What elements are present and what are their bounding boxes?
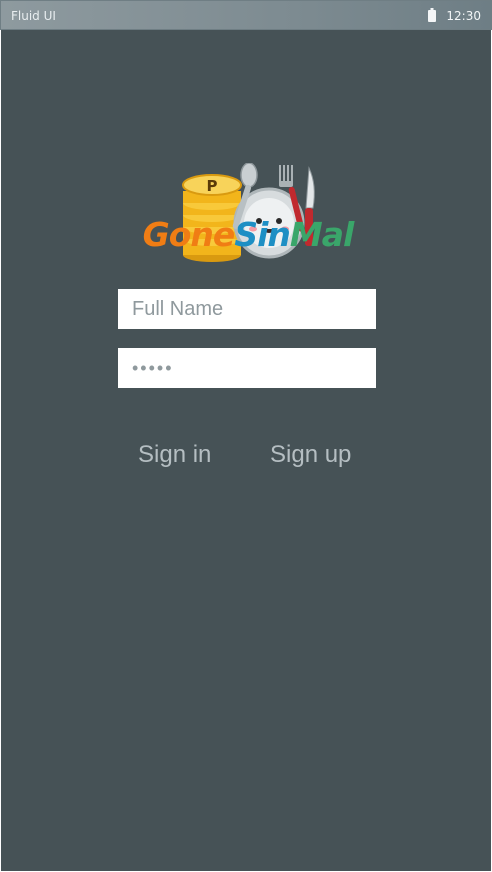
logo-wordmark: GoneSinMal: [137, 215, 359, 254]
logo-wordmark-part3: Mal: [289, 215, 354, 254]
status-bar-title: Fluid UI: [11, 9, 56, 23]
password-input[interactable]: [118, 348, 376, 388]
battery-icon: [428, 8, 436, 22]
logo-wordmark-part2: Sin: [234, 215, 291, 254]
logo-wordmark-part1: Gone: [142, 215, 236, 254]
status-bar-time: 12:30: [446, 9, 481, 23]
full-name-input[interactable]: [118, 289, 376, 329]
svg-text:P: P: [207, 177, 218, 195]
login-screen: P GoneSinMal Full Name ••••• Sign in Sig…: [1, 30, 491, 871]
status-bar: Fluid UI 12:30: [0, 0, 492, 30]
sign-up-button[interactable]: Sign up: [270, 441, 351, 469]
sign-in-button[interactable]: Sign in: [138, 441, 211, 469]
app-logo: P GoneSinMal: [137, 163, 359, 291]
